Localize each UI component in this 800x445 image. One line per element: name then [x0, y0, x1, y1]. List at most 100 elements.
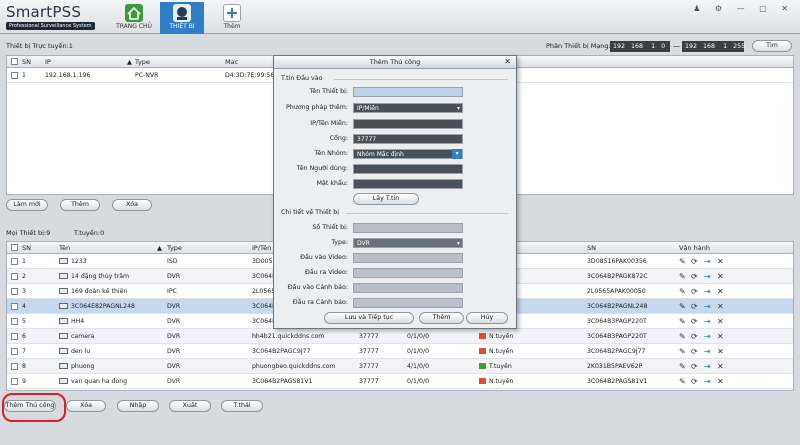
row-checkbox[interactable] [11, 318, 18, 325]
row-channels: 0/1/0/0 [407, 378, 430, 385]
delete-icon[interactable]: ✕ [717, 347, 724, 356]
login-icon[interactable]: ⇥ [704, 287, 711, 296]
row-name: 1233 [71, 258, 87, 265]
highlight-circle [2, 393, 66, 422]
refresh-icon[interactable]: ⟳ [691, 347, 698, 356]
edit-icon[interactable]: ✎ [679, 332, 686, 341]
login-icon[interactable]: ⇥ [704, 272, 711, 281]
dialog-cancel-button[interactable]: Hủy [466, 312, 508, 324]
tab-devices[interactable]: THIẾT BỊ [160, 2, 204, 34]
device-icon [59, 258, 68, 264]
refresh-button[interactable]: Làm mới [6, 199, 48, 211]
delete-all-button[interactable]: Xóa [66, 400, 106, 412]
delete-icon[interactable]: ✕ [717, 287, 724, 296]
group-select[interactable]: Nhóm Mặc định ▾ [353, 149, 463, 159]
edit-icon[interactable]: ✎ [679, 287, 686, 296]
select-all-checkbox[interactable] [11, 58, 18, 65]
row-checkbox[interactable] [11, 258, 18, 265]
refresh-icon[interactable]: ⟳ [691, 287, 698, 296]
refresh-icon[interactable]: ⟳ [691, 332, 698, 341]
row-checkbox[interactable] [11, 378, 18, 385]
delete-icon[interactable]: ✕ [717, 362, 724, 371]
import-button[interactable]: Nhập [117, 400, 159, 412]
table-row[interactable]: 9 van quan ha dong DVR 3C064B2PAGS81V1 37777… [7, 374, 793, 389]
login-icon[interactable]: ⇥ [704, 257, 711, 266]
row-checkbox[interactable] [11, 303, 18, 310]
device-name-field[interactable] [353, 87, 463, 97]
delete-icon[interactable]: ✕ [717, 302, 724, 311]
row-checkbox[interactable] [11, 333, 18, 340]
login-icon[interactable]: ⇥ [704, 377, 711, 386]
row-checkbox[interactable] [11, 273, 18, 280]
edit-icon[interactable]: ✎ [679, 362, 686, 371]
table-row[interactable]: 6 camera DVR hh4b21.quickddns.com 37777 0/1/0… [7, 329, 793, 344]
refresh-icon[interactable]: ⟳ [691, 362, 698, 371]
refresh-icon[interactable]: ⟳ [691, 317, 698, 326]
login-icon[interactable]: ⇥ [704, 317, 711, 326]
tab-add[interactable]: Thêm [210, 2, 254, 34]
edit-icon[interactable]: ✎ [679, 347, 686, 356]
row-type: DVR [167, 318, 181, 325]
search-button[interactable]: Tìm [752, 40, 792, 52]
password-field[interactable] [353, 179, 463, 189]
row-name: HH4 [71, 318, 85, 325]
export-button[interactable]: Xuất [169, 400, 211, 412]
get-info-button[interactable]: Lấy T.tin [353, 193, 419, 205]
row-checkbox[interactable] [11, 348, 18, 355]
device-icon [59, 378, 68, 384]
username-field[interactable] [353, 164, 463, 174]
all-devices-title: Mọi Thiết bị:9 [6, 229, 51, 237]
row-status: N.tuyến [489, 333, 514, 340]
table-row[interactable]: 8 phuong DVR phuongbeo.quickddns.com 37777 4/… [7, 359, 793, 374]
save-continue-button[interactable]: Lưu và Tiếp tục [324, 312, 414, 324]
video-in-field [353, 253, 463, 263]
refresh-icon[interactable]: ⟳ [691, 257, 698, 266]
edit-icon[interactable]: ✎ [679, 302, 686, 311]
select-all-checkbox[interactable] [11, 244, 18, 251]
row-serial: 3C064B2PAGK872C [587, 273, 648, 280]
edit-icon[interactable]: ✎ [679, 257, 686, 266]
window-controls[interactable]: ♟ ⚙ — ▢ ✕ [693, 4, 794, 13]
tab-home[interactable]: TRANG CHỦ [112, 2, 156, 34]
login-icon[interactable]: ⇥ [704, 332, 711, 341]
row-sn: 5 [22, 318, 26, 325]
chevron-down-icon: ▾ [456, 240, 460, 247]
add-method-select[interactable]: IP/Miền ▾ [353, 103, 463, 113]
login-icon[interactable]: ⇥ [704, 347, 711, 356]
delete-icon[interactable]: ✕ [717, 257, 724, 266]
row-checkbox[interactable] [11, 363, 18, 370]
edit-icon[interactable]: ✎ [679, 377, 686, 386]
refresh-icon[interactable]: ⟳ [691, 377, 698, 386]
row-name: camera [71, 333, 95, 340]
edit-icon[interactable]: ✎ [679, 272, 686, 281]
row-serial: 3C064B3PAGP220T [587, 333, 647, 340]
ip-from-field[interactable]: 192 168 1 0 [610, 41, 670, 52]
status-indicator [479, 333, 486, 339]
delete-icon[interactable]: ✕ [717, 272, 724, 281]
chevron-down-icon: ▾ [456, 105, 460, 112]
app-name: SmartPSS [6, 3, 82, 21]
edit-icon[interactable]: ✎ [679, 317, 686, 326]
login-icon[interactable]: ⇥ [704, 302, 711, 311]
status-button[interactable]: T.thái [221, 400, 263, 412]
delete-icon[interactable]: ✕ [717, 317, 724, 326]
add-button[interactable]: Thêm [60, 199, 100, 211]
row-ip: phuongbeo.quickddns.com [252, 363, 336, 370]
port-field[interactable]: 37777 [353, 134, 463, 144]
row-checkbox[interactable] [11, 288, 18, 295]
ip-domain-field[interactable] [353, 119, 463, 129]
delete-button[interactable]: Xóa [112, 199, 152, 211]
ip-to-field[interactable]: 192 168 1 255 [682, 41, 745, 52]
delete-icon[interactable]: ✕ [717, 377, 724, 386]
refresh-icon[interactable]: ⟳ [691, 302, 698, 311]
close-icon[interactable]: ✕ [504, 57, 511, 66]
refresh-icon[interactable]: ⟳ [691, 272, 698, 281]
table-row[interactable]: 7 den lu DVR 3C064B2PAGC9J77 37777 0/1/0/0 N.t… [7, 344, 793, 359]
video-out-field [353, 268, 463, 278]
delete-icon[interactable]: ✕ [717, 332, 724, 341]
row-serial: 2L0565APAK00050 [587, 288, 646, 295]
row-sn: 9 [22, 378, 26, 385]
login-icon[interactable]: ⇥ [704, 362, 711, 371]
dialog-add-button[interactable]: Thêm [419, 312, 464, 324]
row-checkbox[interactable] [11, 72, 18, 79]
